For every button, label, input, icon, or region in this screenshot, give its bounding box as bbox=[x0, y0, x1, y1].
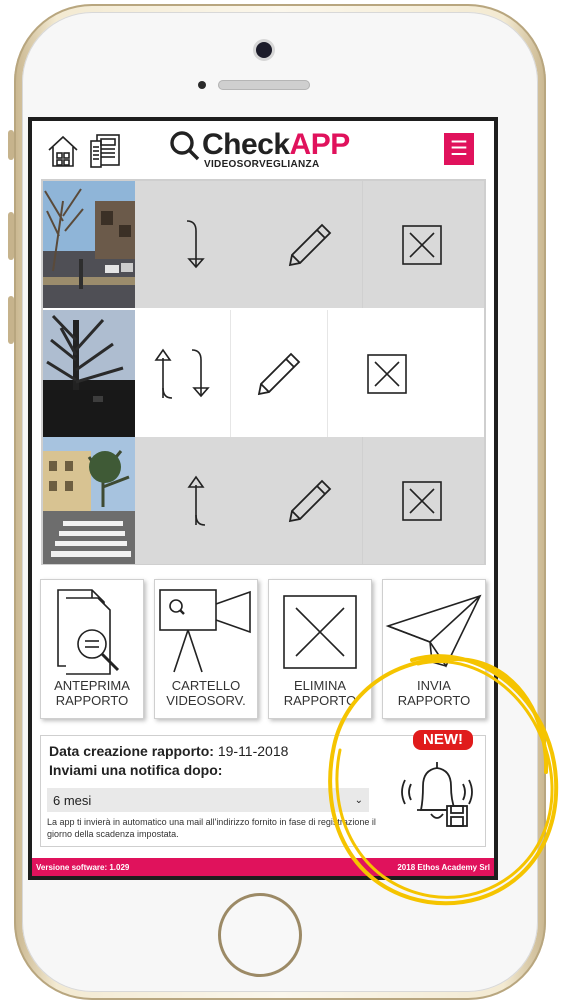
new-badge: NEW! bbox=[413, 730, 473, 750]
arrow-up-down-icon bbox=[153, 348, 210, 399]
paper-plane-icon bbox=[385, 594, 482, 668]
proximity-sensor bbox=[198, 81, 206, 89]
volume-up-button bbox=[8, 212, 14, 260]
notify-hint: La app ti invierà in automatico una mail… bbox=[47, 817, 376, 839]
hamburger-icon[interactable]: ☰ bbox=[444, 133, 474, 165]
report-info-panel: Data creazione rapporto: 19-11-2018 Invi… bbox=[40, 730, 486, 847]
delete-button[interactable] bbox=[327, 310, 445, 437]
arrow-up-icon bbox=[187, 475, 206, 526]
camera-sign-icon bbox=[159, 589, 251, 673]
camera-list bbox=[41, 179, 486, 565]
arrow-down-icon bbox=[186, 219, 205, 268]
pencil-icon bbox=[288, 223, 331, 266]
preview-report-button[interactable]: ANTEPRIMA RAPPORTO bbox=[40, 579, 144, 719]
send-report-button[interactable]: INVIA RAPPORTO bbox=[382, 579, 486, 719]
move-up-button[interactable] bbox=[135, 437, 257, 564]
close-box-icon bbox=[366, 353, 407, 394]
home-button[interactable] bbox=[218, 893, 302, 977]
move-up-down-button[interactable] bbox=[135, 310, 230, 437]
select-value: 6 mesi bbox=[53, 792, 92, 808]
logo-text: CheckAPP bbox=[202, 128, 350, 161]
pencil-icon bbox=[288, 479, 331, 522]
logo-subtitle: VIDEOSORVEGLIANZA bbox=[204, 159, 320, 170]
delete-button[interactable] bbox=[362, 437, 480, 564]
reminder-bell-button[interactable] bbox=[397, 756, 477, 834]
home-icon[interactable] bbox=[46, 133, 80, 169]
software-version: Versione software: 1.029 bbox=[36, 862, 130, 872]
street-photo-1[interactable] bbox=[43, 181, 135, 308]
tree-photo-2[interactable] bbox=[43, 310, 135, 437]
mute-switch bbox=[8, 130, 14, 160]
action-bar: ANTEPRIMA RAPPORTO CARTELLO VIDEOSORV. ELI… bbox=[40, 579, 486, 719]
edit-button[interactable] bbox=[257, 181, 362, 308]
app-logo: CheckAPP VIDEOSORVEGLIANZA bbox=[168, 129, 350, 173]
magnifier-icon bbox=[170, 131, 200, 161]
edit-button[interactable] bbox=[230, 310, 327, 437]
pencil-icon bbox=[257, 352, 301, 395]
surveillance-sign-button[interactable]: CARTELLO VIDEOSORV. bbox=[154, 579, 258, 719]
crosswalk-photo-3[interactable] bbox=[43, 437, 135, 564]
notify-period-select[interactable]: 6 mesi ⌄ bbox=[47, 788, 369, 812]
action-label: INVIA RAPPORTO bbox=[397, 678, 471, 708]
preview-report-icon bbox=[57, 589, 120, 675]
close-box-icon bbox=[401, 224, 442, 265]
delete-button[interactable] bbox=[362, 181, 480, 308]
action-label: CARTELLO VIDEOSORV. bbox=[166, 678, 246, 708]
stage: CheckAPP VIDEOSORVEGLIANZA ☰ ANTEPRIMA R… bbox=[0, 0, 565, 1007]
app-footer: Versione software: 1.029 2018 Ethos Acad… bbox=[32, 858, 494, 876]
bell-save-icon bbox=[401, 762, 473, 827]
volume-down-button bbox=[8, 296, 14, 344]
list-item bbox=[43, 181, 484, 308]
close-box-icon bbox=[401, 480, 442, 521]
list-item bbox=[43, 310, 484, 437]
front-camera bbox=[256, 42, 272, 58]
delete-report-button[interactable]: ELIMINA RAPPORTO bbox=[268, 579, 372, 719]
action-label: ELIMINA RAPPORTO bbox=[283, 678, 357, 708]
creation-date-value: 19-11-2018 bbox=[217, 743, 289, 759]
action-label: ANTEPRIMA RAPPORTO bbox=[54, 678, 130, 708]
chevron-down-icon: ⌄ bbox=[354, 794, 363, 806]
top-bar: CheckAPP VIDEOSORVEGLIANZA ☰ bbox=[32, 121, 494, 179]
phone-screen: CheckAPP VIDEOSORVEGLIANZA ☰ ANTEPRIMA R… bbox=[28, 117, 498, 880]
close-box-icon bbox=[283, 595, 357, 669]
ear-speaker bbox=[218, 80, 310, 90]
move-down-button[interactable] bbox=[135, 181, 257, 308]
copyright-text: 2018 Ethos Academy Srl bbox=[397, 862, 490, 872]
list-item bbox=[43, 437, 484, 564]
document-list-icon[interactable] bbox=[88, 133, 122, 169]
edit-button[interactable] bbox=[257, 437, 362, 564]
app-view: CheckAPP VIDEOSORVEGLIANZA ☰ ANTEPRIMA R… bbox=[32, 121, 494, 876]
